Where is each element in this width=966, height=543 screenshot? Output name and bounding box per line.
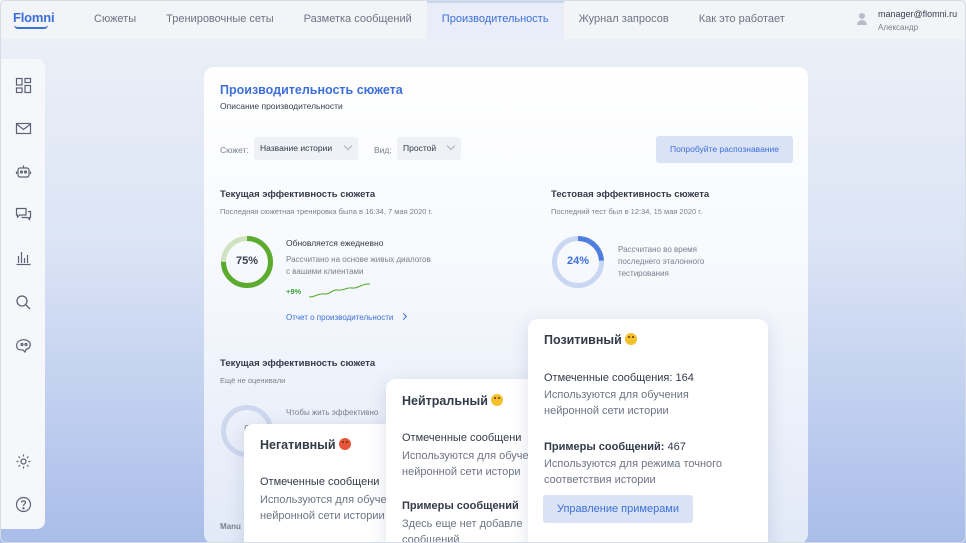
brain-icon[interactable] [15, 337, 32, 354]
test-performance-title: Тестовая эффективность сюжета [551, 189, 710, 200]
current-performance-2-desc: Чтобы жить эффективно [286, 408, 379, 417]
mail-icon[interactable] [15, 120, 32, 137]
test-desc-line2: последнего эталонного [618, 257, 705, 266]
flomni-logo[interactable]: Flomni [13, 9, 55, 31]
nav-message-labeling[interactable]: Разметка сообщений [289, 1, 427, 39]
manual-label: Manu [220, 522, 241, 531]
neutral-examples-label: Примеры сообщений [402, 500, 519, 512]
neutral-none-line1: Здесь еще нет добавле [402, 518, 523, 530]
neutral-used-line2: нейронной сети истори [402, 466, 521, 478]
story-filter-label: Сюжет: [220, 145, 249, 155]
positive-examples-count: 467 [667, 441, 686, 453]
view-filter-label: Вид: [374, 145, 392, 155]
positive-marked-label: Отмеченные сообщения: [544, 372, 673, 384]
neutral-title: Нейтральный [402, 394, 503, 408]
angry-face-icon [338, 438, 351, 450]
performance-delta: +9% [286, 287, 302, 296]
help-icon[interactable] [15, 496, 32, 513]
test-performance-value: 24% [566, 255, 590, 267]
negative-marked-label: Отмеченные сообщени [260, 476, 380, 488]
test-desc-line1: Рассчитано во время [618, 245, 697, 254]
performance-report-link[interactable]: Отчет о производительности [286, 312, 407, 322]
update-frequency-title: Обновляется ежедневно [286, 238, 384, 248]
nav-request-log[interactable]: Журнал запросов [564, 1, 684, 39]
current-performance-2-title: Текущая эффективность сюжета [220, 358, 376, 369]
top-bar: Flomni Сюжеты Тренировочные сеты Разметк… [1, 1, 965, 39]
neutral-face-icon [490, 394, 503, 406]
current-performance-subtitle: Последняя сюжетная тренировка была в 16:… [220, 207, 433, 216]
logo-swoosh [14, 25, 48, 29]
neutral-used-line1: Используются для обуче [402, 450, 529, 462]
smiling-face-icon [624, 333, 637, 345]
positive-examples: Примеры сообщений: 467 [544, 441, 686, 453]
negative-title: Негативный [260, 438, 351, 452]
positive-marked-count: 164 [675, 372, 694, 384]
nav-how-it-works[interactable]: Как это работает [684, 1, 800, 39]
story-select-value: Название истории [260, 143, 333, 153]
positive-used-line2: нейронной сети истории [544, 405, 669, 417]
sidebar [1, 59, 45, 529]
user-email: manager@flomni.ru [878, 9, 958, 19]
negative-used-line1: Используются для обучен [260, 494, 393, 506]
neutral-none-line2: сообщений [402, 534, 460, 543]
positive-class-card: Позитивный Отмеченные сообщения: 164 Исп… [528, 319, 768, 542]
positive-used-line1: Используются для обучения [544, 389, 689, 401]
nav-training-sets[interactable]: Тренировочные сеты [151, 1, 288, 39]
app-window: Flomni Сюжеты Тренировочные сеты Разметк… [0, 0, 966, 543]
neutral-title-text: Нейтральный [402, 394, 488, 408]
chat-icon[interactable] [15, 206, 32, 223]
neutral-marked-label: Отмеченные сообщени [402, 432, 522, 444]
neutral-class-card: Нейтральный Отмеченные сообщени Использу… [386, 379, 536, 543]
positive-examples-label: Примеры сообщений: [544, 441, 665, 453]
user-icon [855, 8, 869, 26]
current-performance-title: Текущая эффективность сюжета [220, 189, 376, 200]
search-icon[interactable] [15, 294, 32, 311]
page-subtitle: Описание производительности [220, 101, 343, 111]
user-name: Александр [878, 23, 919, 32]
update-desc-line2: с вашими клиентами [286, 267, 364, 276]
page-title: Производительность сюжета [220, 83, 403, 97]
chevron-right-icon [399, 312, 407, 321]
chevron-down-icon [446, 141, 456, 151]
test-performance-subtitle: Последний тест был в 12:34, 15 мая 2020 … [551, 207, 703, 216]
try-recognition-button[interactable]: Попробуйте распознавание [656, 136, 793, 163]
bot-icon[interactable] [15, 163, 32, 180]
dashboard-icon[interactable] [15, 77, 32, 94]
negative-title-text: Негативный [260, 438, 336, 452]
positive-title: Позитивный [544, 333, 637, 347]
user-menu[interactable]: manager@flomni.ru Александр [855, 8, 957, 34]
chevron-down-icon [343, 141, 353, 151]
nav-stories[interactable]: Сюжеты [79, 1, 151, 39]
view-select-value: Простой [403, 143, 437, 153]
positive-examples-line2: соответствия истории [544, 474, 656, 486]
performance-report-link-text: Отчет о производительности [286, 313, 394, 322]
trend-sparkline [308, 283, 371, 298]
view-select[interactable]: Простой [397, 137, 461, 160]
negative-used-line2: нейронной сети истории [260, 510, 385, 522]
positive-title-text: Позитивный [544, 333, 622, 347]
positive-examples-line1: Используются для режима точного [544, 458, 723, 470]
settings-icon[interactable] [15, 453, 32, 470]
story-select[interactable]: Название истории [254, 137, 358, 160]
test-desc-line3: тестирования [618, 269, 669, 278]
analytics-icon[interactable] [15, 249, 32, 266]
main-nav: Сюжеты Тренировочные сеты Разметка сообщ… [79, 1, 800, 39]
update-desc-line1: Рассчитано на основе живых диалогов [286, 255, 431, 264]
current-performance-value: 75% [235, 255, 259, 267]
current-performance-2-subtitle: Ещё не оценивали [220, 376, 286, 385]
manage-examples-button[interactable]: Управление примерами [543, 495, 693, 523]
nav-performance[interactable]: Производительность [426, 1, 564, 39]
positive-marked: Отмеченные сообщения: 164 [544, 372, 694, 384]
logo-text: Flomni [13, 10, 55, 25]
negative-class-card: Негативный Отмеченные сообщени Использую… [244, 424, 394, 542]
